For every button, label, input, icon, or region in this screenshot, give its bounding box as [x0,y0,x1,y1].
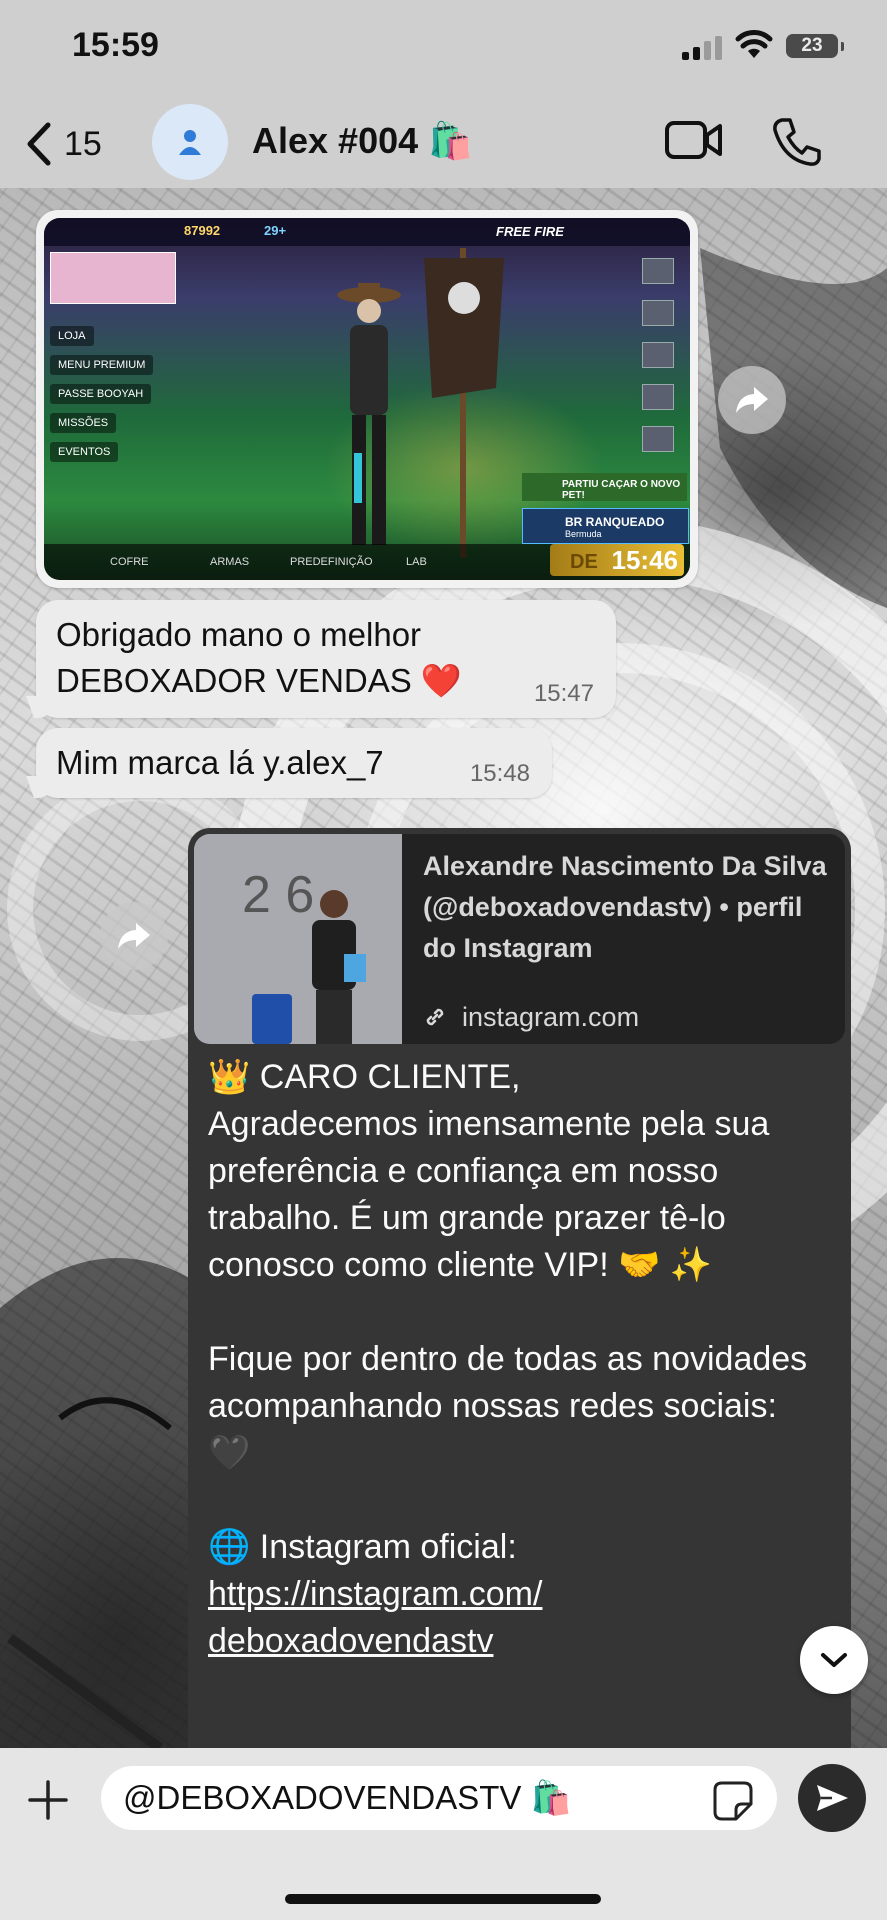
message-text: Mim marca lá y.alex_7 [56,744,384,781]
message-composer: @DEBOXADOVENDASTV 🛍️ [0,1748,887,1920]
chevron-down-icon [821,1653,847,1667]
game-party-label: PARTIU CAÇAR O NOVO PET! [562,479,681,501]
message-paragraph: 👑 CARO CLIENTE, [208,1058,521,1096]
game-menu-item: MISSÕES [50,413,117,433]
home-indicator [285,1894,601,1904]
send-icon [817,1785,848,1811]
status-bar: 15:59 23 [0,0,887,100]
game-topbar: 87992 29+ [44,218,690,246]
sticker-icon[interactable] [712,1780,754,1822]
game-clock: DE 15:46 [550,544,684,576]
phone-icon[interactable] [770,116,822,168]
link-thumbnail: 2 6 [194,834,402,1044]
game-logo: FREE FIRE [496,224,564,239]
game-coins: 87992 [184,223,221,238]
status-time: 15:59 [72,26,159,64]
outgoing-message[interactable]: 2 6 Alexandre Nascimento Da Silva (@debo… [188,828,851,1748]
incoming-message[interactable]: Mim marca lá y.alex_7 15:48 [25,728,552,798]
contact-name[interactable]: Alex #004 🛍️ [252,120,473,162]
svg-text:2 6: 2 6 [242,866,314,924]
game-bottom-item: LAB [406,556,427,568]
game-bottom-item: PREDEFINIÇÃO [290,556,373,568]
message-body: 👑 CARO CLIENTE, Agradecemos imensamente … [208,1054,828,1665]
game-banner [50,252,176,304]
game-menu-item: PASSE BOOYAH [50,384,152,404]
link-title: Alexandre Nascimento Da Silva (@deboxado… [423,851,827,963]
game-party-banner: PARTIU CAÇAR O NOVO PET! [522,473,687,501]
image-message[interactable]: 87992 29+ FREE FIRE LOJA MENU PREMIUM PA… [36,210,698,588]
wifi-icon [735,30,773,58]
unread-count: 15 [64,124,102,163]
game-screenshot[interactable]: 87992 29+ FREE FIRE LOJA MENU PREMIUM PA… [44,218,690,580]
message-time: 15:47 [533,680,594,707]
scroll-to-bottom-button[interactable] [800,1626,868,1694]
forward-button[interactable] [100,902,168,970]
game-character [337,283,401,545]
game-flag [424,248,504,558]
game-menu-item: MENU PREMIUM [50,355,154,375]
forward-icon [736,387,768,413]
link-icon [426,1008,444,1026]
message-time: 15:48 [469,760,530,787]
game-menu-item: EVENTOS [50,442,119,462]
game-bottom-item: COFRE [110,556,149,568]
contact-avatar[interactable] [152,104,228,180]
link-preview[interactable]: 2 6 Alexandre Nascimento Da Silva (@debo… [194,834,845,1044]
game-clock-prefix: DE [570,551,598,573]
back-button[interactable]: 15 [24,116,102,172]
message-paragraph: Agradecemos imensamente pela sua preferê… [208,1105,770,1284]
game-bottom-item: ARMAS [210,556,250,568]
message-paragraph: 🌐 Instagram oficial: [208,1528,517,1566]
incoming-message[interactable]: Obrigado mano o melhor DEBOXADOR VENDAS … [25,600,616,718]
plus-icon[interactable] [26,1778,70,1822]
game-friends-list [632,258,682,468]
message-text: Obrigado mano o melhor DEBOXADOR VENDAS … [56,616,463,699]
chat-header: 15 Alex #004 🛍️ [0,100,887,188]
game-menu-item: LOJA [50,326,94,346]
battery-indicator: 23 [786,34,844,58]
game-rank-label: BR RANQUEADO [565,515,665,529]
forward-icon [118,923,150,949]
signal-icon [682,36,722,60]
game-menu: LOJA MENU PREMIUM PASSE BOOYAH MISSÕES E… [50,326,154,471]
game-diamonds: 29+ [264,223,287,238]
message-paragraph: Fique por dentro de todas as novidades a… [208,1340,808,1472]
send-button[interactable] [798,1764,866,1832]
chevron-left-icon [27,122,51,166]
game-rank-banner: BR RANQUEADO Bermuda [522,508,689,544]
instagram-link[interactable]: https://instagram.com/ deboxadovendastv [208,1575,542,1660]
game-rank-sub: Bermuda [565,529,602,539]
person-icon [179,130,201,155]
game-clock-time: 15:46 [611,545,679,575]
link-domain: instagram.com [462,1002,640,1032]
forward-button[interactable] [718,366,786,434]
message-input[interactable]: @DEBOXADOVENDASTV 🛍️ [101,1766,777,1830]
video-call-icon[interactable] [664,118,724,162]
